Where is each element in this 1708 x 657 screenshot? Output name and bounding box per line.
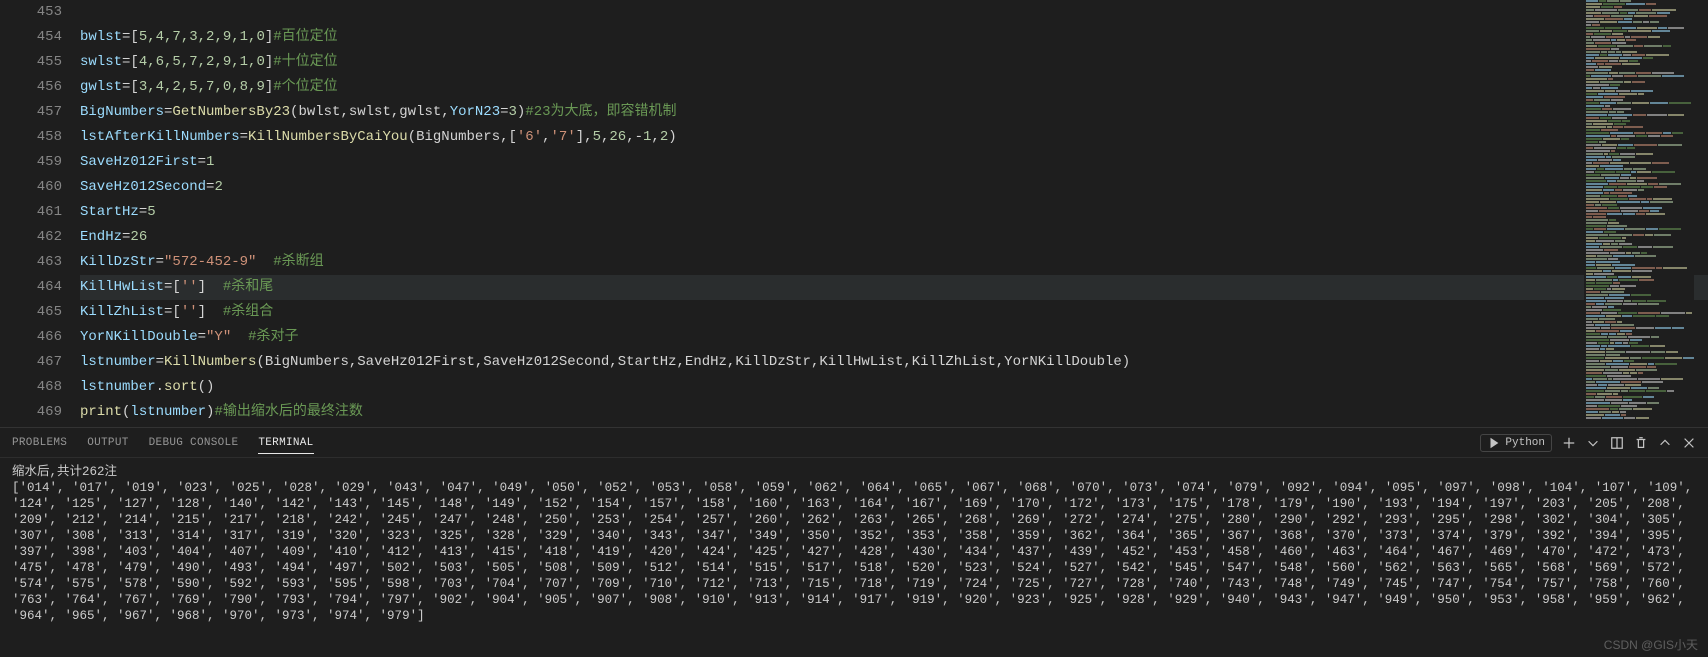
watermark: CSDN @GIS小天 — [1604, 636, 1698, 653]
panel-tabs: PROBLEMS OUTPUT DEBUG CONSOLE TERMINAL P… — [0, 428, 1708, 458]
split-icon[interactable] — [1610, 436, 1624, 450]
trash-icon[interactable] — [1634, 436, 1648, 450]
tab-terminal[interactable]: TERMINAL — [258, 437, 313, 454]
launch-profile[interactable]: Python — [1480, 434, 1552, 452]
minimap[interactable] — [1584, 0, 1694, 427]
line-number-gutter: 4534544554564574584594604614624634644654… — [0, 0, 80, 427]
chevron-up-icon[interactable] — [1658, 436, 1672, 450]
bottom-panel: PROBLEMS OUTPUT DEBUG CONSOLE TERMINAL P… — [0, 427, 1708, 657]
terminal-line: 缩水后,共计262注 — [12, 464, 1696, 480]
chevron-down-icon[interactable] — [1586, 436, 1600, 450]
plus-icon[interactable] — [1562, 436, 1576, 450]
tab-problems[interactable]: PROBLEMS — [12, 437, 67, 449]
terminal-output[interactable]: 缩水后,共计262注 ['014', '017', '019', '023', … — [0, 458, 1708, 657]
close-icon[interactable] — [1682, 436, 1696, 450]
code-editor[interactable]: 4534544554564574584594604614624634644654… — [0, 0, 1708, 427]
tab-output[interactable]: OUTPUT — [87, 437, 128, 449]
code-area[interactable]: bwlst=[5,4,7,3,2,9,1,0]#百位定位 swlst=[4,6,… — [80, 0, 1708, 427]
terminal-line: ['014', '017', '019', '023', '025', '028… — [12, 480, 1696, 624]
tab-debug-console[interactable]: DEBUG CONSOLE — [149, 437, 239, 449]
play-icon — [1487, 436, 1501, 450]
